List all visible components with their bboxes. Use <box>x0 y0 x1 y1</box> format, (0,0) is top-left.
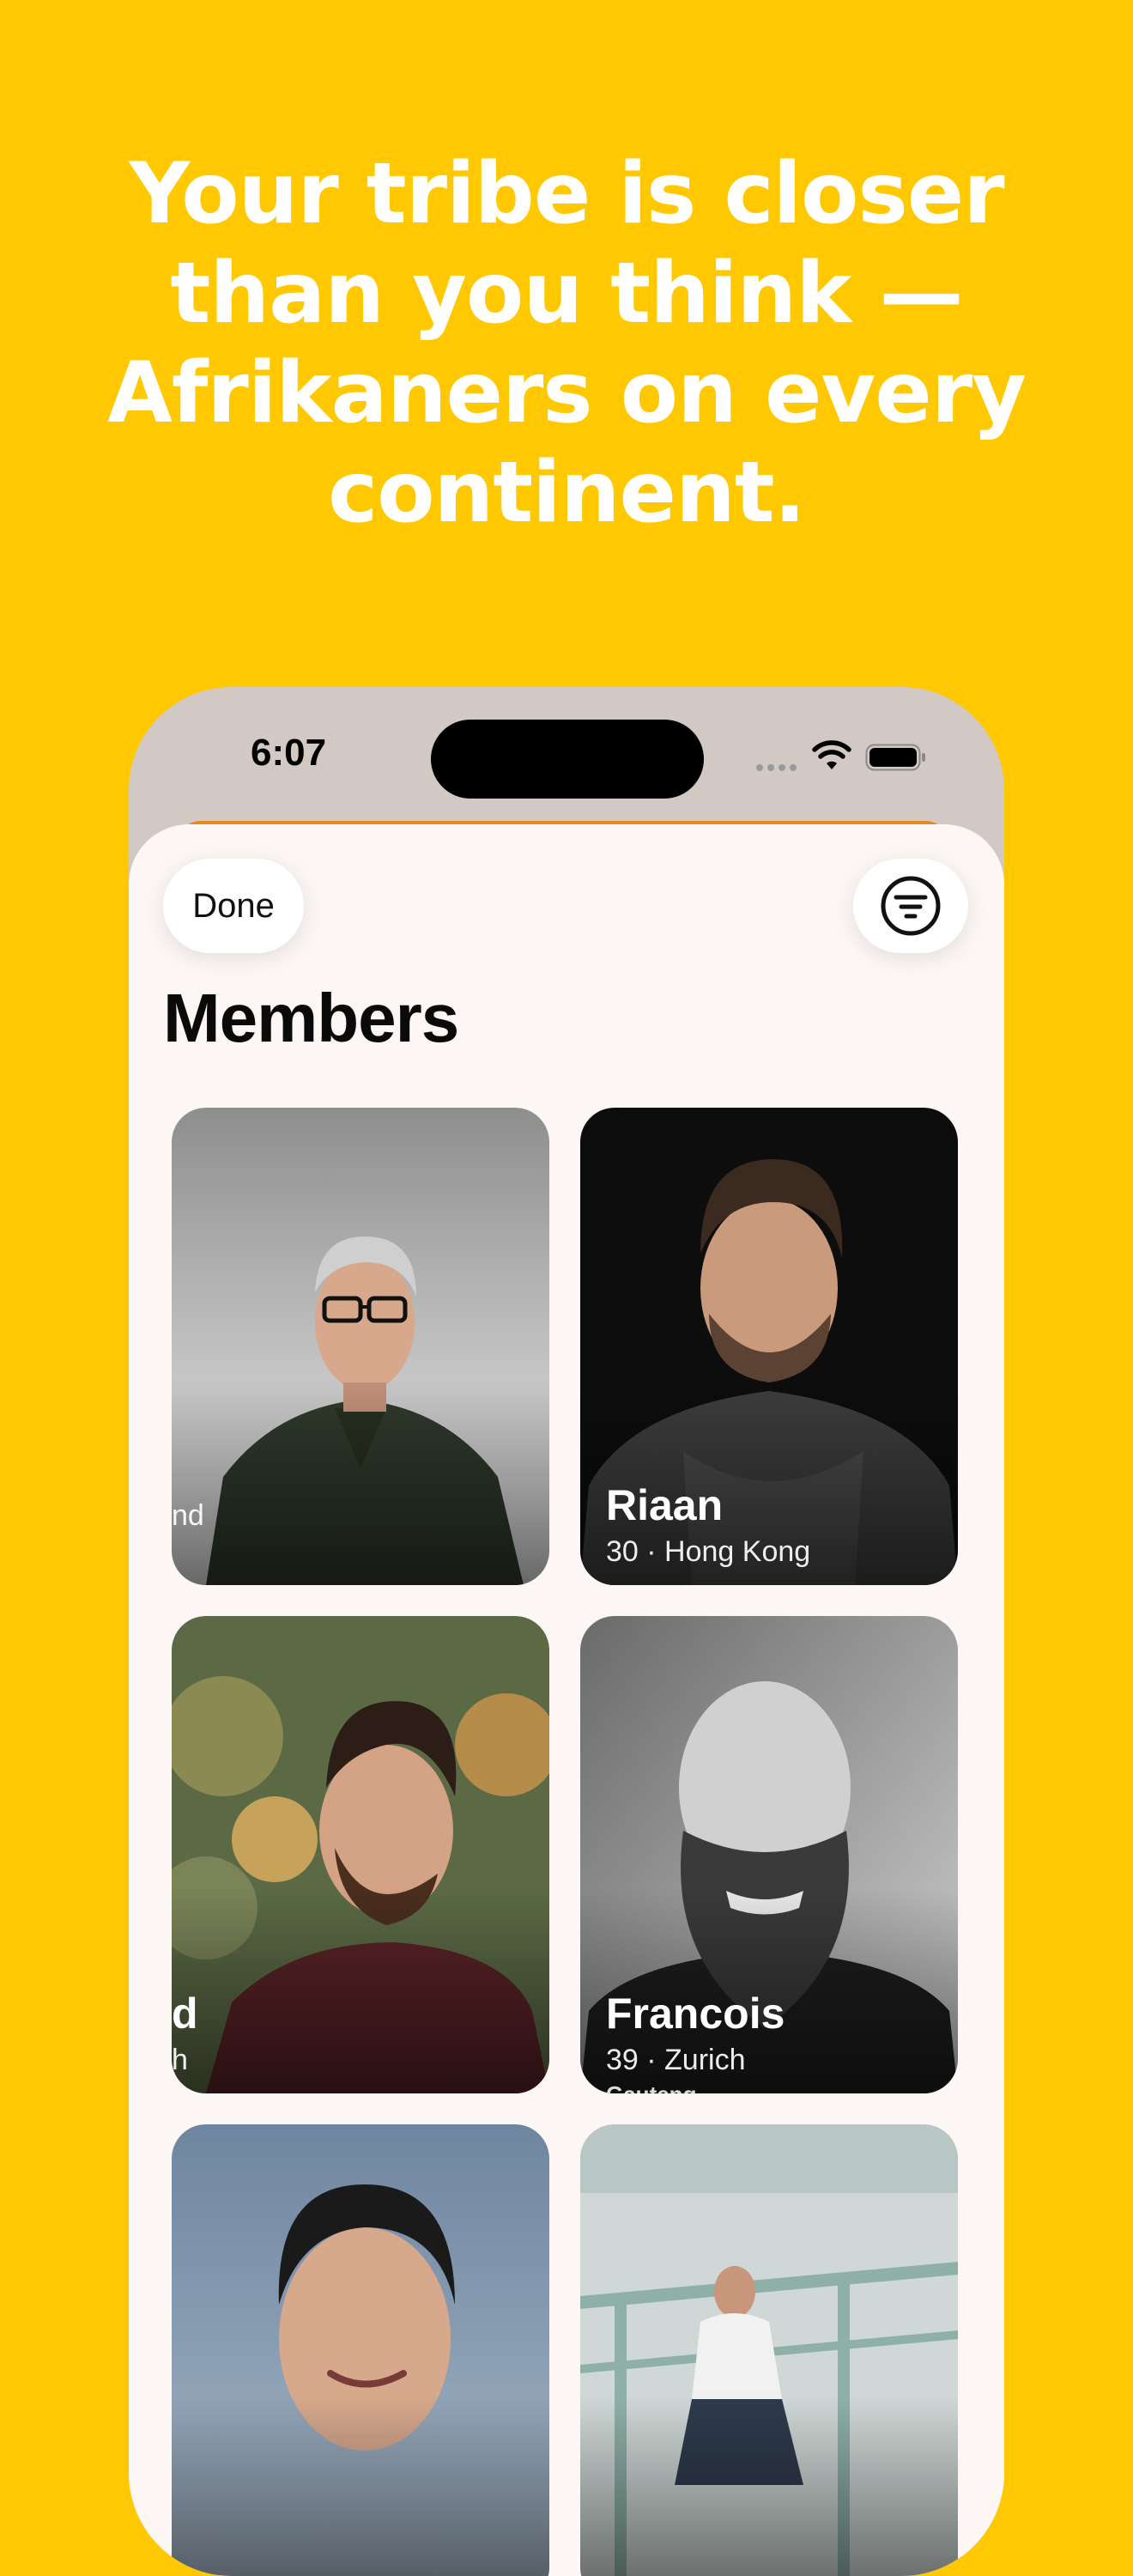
member-meta: 30 · Hong Kong <box>606 1535 811 1568</box>
battery-icon <box>865 744 925 771</box>
member-card[interactable]: d h <box>172 1616 549 2093</box>
member-meta: nd <box>172 1499 204 1532</box>
member-name: Riaan <box>606 1481 724 1529</box>
wifi-icon <box>812 740 851 769</box>
member-card[interactable]: Riaan 30 · Hong Kong <box>580 1108 958 1585</box>
signal-icon <box>756 764 797 771</box>
member-card[interactable] <box>172 2124 549 2576</box>
marketing-headline: Your tribe is closer than you think — Af… <box>107 145 1027 542</box>
member-card[interactable] <box>580 2124 958 2576</box>
member-name: Francois <box>606 1990 785 2038</box>
members-sheet: Done Members nd Riaan 30 · Hong Kong d h… <box>129 824 1004 2576</box>
member-card[interactable]: Francois 39 · Zurich Gauteng <box>580 1616 958 2093</box>
photo-overlay <box>580 2396 958 2576</box>
member-name: d <box>172 1990 198 2038</box>
dynamic-island <box>431 720 704 799</box>
page-title: Members <box>163 980 459 1056</box>
photo-overlay <box>172 1887 549 2093</box>
phone-frame: 6:07 Done Members nd Riaan 30 · Hong Kon… <box>129 687 1004 2576</box>
member-meta: h <box>172 2044 188 2076</box>
member-meta: 39 · Zurich <box>606 2044 746 2076</box>
photo-overlay <box>172 1379 549 1585</box>
member-region: Gauteng <box>606 2081 696 2093</box>
filter-icon <box>881 876 941 936</box>
photo-overlay <box>172 2396 549 2576</box>
member-card[interactable]: nd <box>172 1108 549 1585</box>
status-bar: 6:07 <box>129 687 1004 824</box>
filter-button[interactable] <box>853 859 968 953</box>
status-time: 6:07 <box>251 732 327 774</box>
done-button[interactable]: Done <box>163 859 304 953</box>
